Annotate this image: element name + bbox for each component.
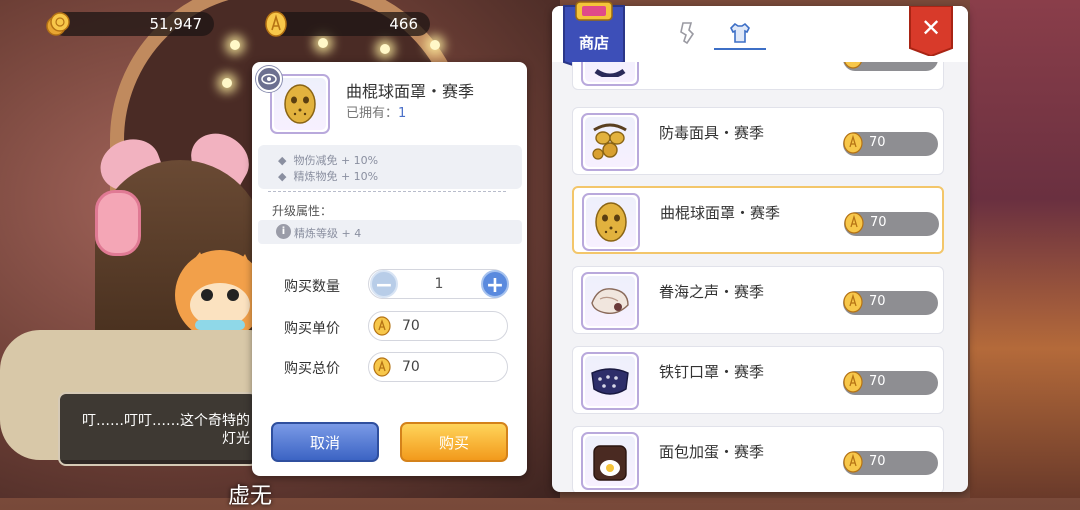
shop-item-row[interactable]: 70 xyxy=(572,62,944,90)
shop-item-row[interactable]: 铁钉口罩・赛季 70 xyxy=(572,346,944,414)
attribute-row: ◆ 物伤减免 + 10% xyxy=(278,154,379,167)
item-name: 曲棍球面罩・赛季 xyxy=(660,204,781,222)
preview-eye-icon[interactable] xyxy=(256,66,282,92)
active-tab-indicator xyxy=(714,48,766,50)
shop-item-row[interactable]: 面包加蛋・赛季 70 xyxy=(572,426,944,492)
item-frame xyxy=(581,62,639,86)
item-frame xyxy=(581,432,639,490)
close-button[interactable]: ✕ xyxy=(908,5,954,58)
price-pill: 70 xyxy=(843,371,938,395)
dialog-line: 灯光 xyxy=(222,431,250,447)
close-glyph: ✕ xyxy=(920,14,942,42)
item-price: 70 xyxy=(870,215,887,230)
gold-currency-display: 466 xyxy=(265,11,430,37)
item-price: 70 xyxy=(869,135,886,150)
gold-amount: 466 xyxy=(389,15,418,33)
item-price: 70 xyxy=(869,454,886,469)
total-price-value: 70 xyxy=(402,359,420,375)
unit-price-value: 70 xyxy=(402,318,420,334)
item-name: 面包加蛋・赛季 xyxy=(659,443,765,461)
npc-dialog-box[interactable]: 叮……叮叮……这个奇特的 灯光 xyxy=(58,392,258,466)
cancel-button[interactable]: 取消 xyxy=(271,422,379,462)
attribute-text: 物伤减免 + 10% xyxy=(293,154,379,167)
item-name: 眷海之声・赛季 xyxy=(659,283,765,301)
shop-item-row[interactable]: 防毒面具・赛季 70 xyxy=(572,107,944,175)
zeny-amount: 51,947 xyxy=(149,15,203,33)
item-frame xyxy=(581,352,639,410)
item-name: 防毒面具・赛季 xyxy=(659,124,765,142)
fairy-light xyxy=(230,40,240,50)
shop-item-row[interactable]: 眷海之声・赛季 70 xyxy=(572,266,944,334)
partial-item-icon xyxy=(594,68,626,77)
hockey-mask-icon xyxy=(595,202,627,242)
hockey-mask-icon xyxy=(284,84,316,124)
item-price: 70 xyxy=(869,62,886,65)
total-price-label: 购买总价 xyxy=(284,361,340,377)
shop-title: 商店 xyxy=(578,34,609,52)
gold-coin-icon xyxy=(373,316,391,336)
upgrade-text: 精炼等级 + 4 xyxy=(294,227,362,240)
price-pill: 70 xyxy=(843,62,938,71)
item-price: 70 xyxy=(869,294,886,309)
fairy-light xyxy=(222,78,232,88)
tab-accessory[interactable] xyxy=(674,20,700,46)
price-pill: 70 xyxy=(844,212,939,236)
shop-item-row-selected[interactable]: 曲棍球面罩・赛季 70 xyxy=(572,186,944,254)
right-scenery xyxy=(970,0,1080,498)
gold-coin-icon xyxy=(844,62,862,69)
seashell-icon xyxy=(591,288,629,315)
quantity-plus-button[interactable]: + xyxy=(481,270,509,298)
gas-mask-icon xyxy=(592,123,627,160)
gold-coin-icon xyxy=(373,357,391,377)
headphone xyxy=(95,190,141,256)
gold-coin-icon xyxy=(843,451,863,473)
shop-item-list[interactable]: 70 防毒面具・赛季 70 xyxy=(552,62,968,492)
bread-egg-icon xyxy=(593,445,627,481)
owned-label: 已拥有： xyxy=(346,106,399,121)
item-frame xyxy=(581,272,639,330)
gold-coin-icon xyxy=(265,11,287,37)
price-pill: 70 xyxy=(843,291,938,315)
fairy-light xyxy=(430,40,440,50)
tab-costume-shirt-icon[interactable] xyxy=(727,20,753,46)
price-pill: 70 xyxy=(843,132,938,156)
fairy-light xyxy=(380,44,390,54)
coin-stack-icon xyxy=(46,12,70,36)
gold-coin-icon xyxy=(843,132,863,154)
info-icon: i xyxy=(276,224,291,239)
gold-coin-icon xyxy=(843,291,863,313)
attribute-text: 精炼物免 + 10% xyxy=(293,170,379,183)
upgrade-attributes-label: 升级属性： xyxy=(272,204,333,218)
item-price: 70 xyxy=(869,374,886,389)
divider xyxy=(268,191,506,192)
gold-coin-icon xyxy=(844,212,864,234)
price-pill: 70 xyxy=(843,451,938,475)
spiked-mask-icon xyxy=(591,368,629,395)
zeny-currency-display: 51,947 xyxy=(46,12,214,36)
gold-coin-icon xyxy=(843,371,863,393)
unit-price-label: 购买单价 xyxy=(284,321,340,337)
npc-name-label: 虚无 xyxy=(228,484,273,509)
item-frame xyxy=(582,193,640,251)
item-name: 铁钉口罩・赛季 xyxy=(659,363,765,381)
owned-count-text: 已拥有：1 xyxy=(346,102,406,121)
quantity-minus-button[interactable]: − xyxy=(370,270,398,298)
attribute-row: ◆ 精炼物免 + 10% xyxy=(278,170,379,183)
quantity-value[interactable]: 1 xyxy=(400,276,478,292)
quantity-label: 购买数量 xyxy=(284,279,340,295)
fairy-light xyxy=(318,38,328,48)
dialog-line: 叮……叮叮……这个奇特的 xyxy=(82,413,250,429)
buy-button[interactable]: 购买 xyxy=(400,422,508,462)
item-frame xyxy=(581,113,639,171)
purchase-item-name: 曲棍球面罩・赛季 xyxy=(346,82,475,101)
owned-count: 1 xyxy=(398,106,407,121)
